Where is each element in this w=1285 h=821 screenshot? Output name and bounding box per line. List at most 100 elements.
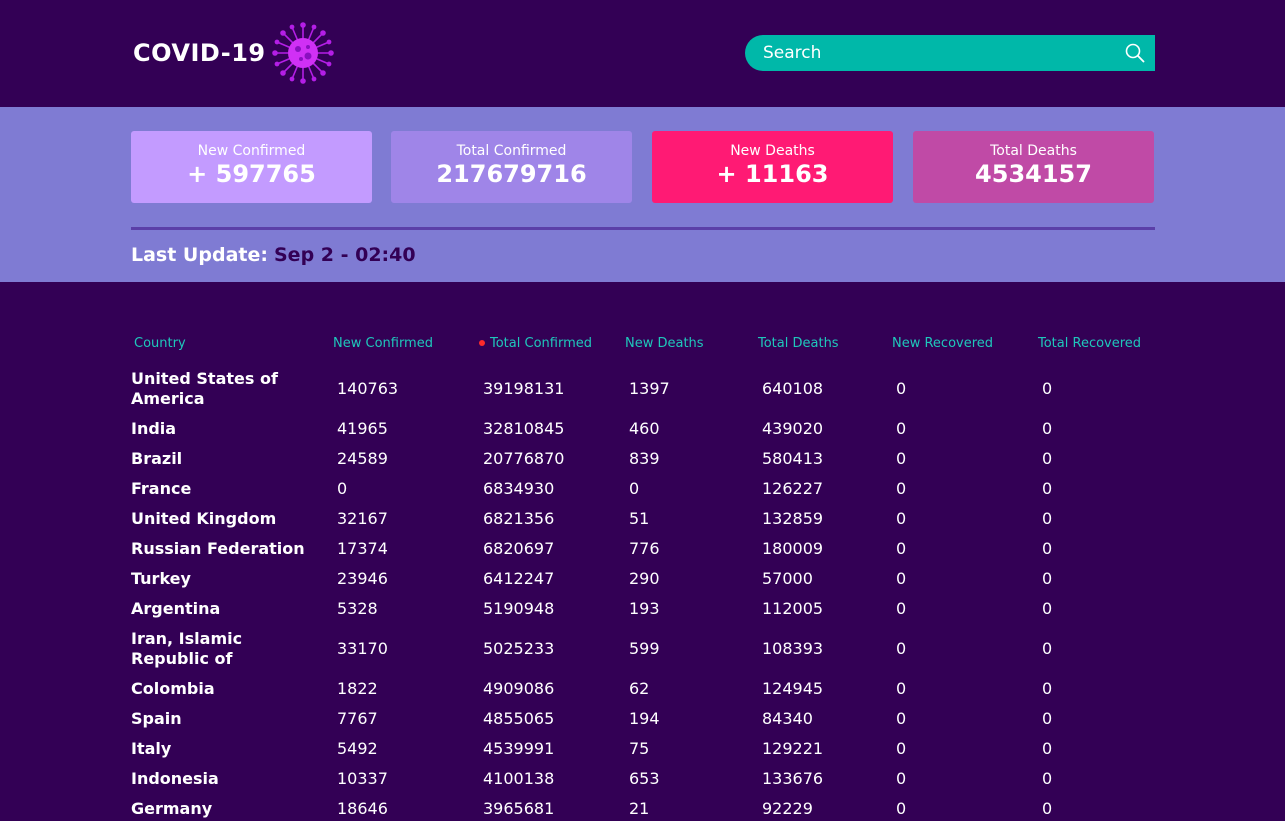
country-name-cell: Germany (131, 799, 213, 818)
search-icon (1125, 43, 1145, 63)
table-cell: 4855065 (483, 709, 555, 728)
table-cell: 0 (896, 709, 907, 728)
table-cell: 32167 (337, 509, 388, 528)
divider (131, 227, 1155, 230)
card-value: 217679716 (436, 160, 587, 188)
table-cell: 24589 (337, 449, 388, 468)
table-cell: 0 (896, 449, 907, 468)
table-cell: 0 (896, 569, 907, 588)
table-cell: 194 (629, 709, 660, 728)
table-cell: 599 (629, 639, 660, 658)
table-cell: 10337 (337, 769, 388, 788)
column-header-new-deaths[interactable]: New Deaths (621, 328, 754, 358)
virus-icon (271, 22, 334, 84)
table-row[interactable]: Colombia 1822 4909086 62 124945 0 0 (127, 674, 1157, 704)
last-update: Last Update: Sep 2 - 02:40 (131, 243, 416, 267)
table-cell: 140763 (337, 379, 399, 398)
table-row[interactable]: Turkey 23946 6412247 290 57000 0 0 (127, 564, 1157, 594)
table-row[interactable]: Iran, Islamic Republic of 33170 5025233 599… (127, 624, 1157, 674)
table-cell: 460 (629, 419, 660, 438)
table-cell: 133676 (762, 769, 824, 788)
column-header-total-deaths[interactable]: Total Deaths (754, 328, 888, 358)
table-cell: 1397 (629, 379, 670, 398)
search-input[interactable] (745, 35, 1115, 71)
table-cell: 180009 (762, 539, 824, 558)
column-header-country[interactable]: Country (127, 328, 329, 358)
table-cell: 57000 (762, 569, 813, 588)
table-cell: 0 (896, 769, 907, 788)
table-row[interactable]: Russian Federation 17374 6820697 776 180009 0… (127, 534, 1157, 564)
table-cell: 6820697 (483, 539, 555, 558)
table-cell: 640108 (762, 379, 824, 398)
table-cell: 124945 (762, 679, 824, 698)
card-label: Total Deaths (990, 143, 1077, 159)
last-update-value: Sep 2 - 02:40 (274, 244, 416, 266)
table-cell: 39198131 (483, 379, 565, 398)
table-cell: 0 (896, 639, 907, 658)
logo[interactable]: COVID-19 (133, 22, 334, 84)
table-cell: 776 (629, 539, 660, 558)
table-cell: 92229 (762, 799, 813, 818)
table-row[interactable]: United Kingdom 32167 6821356 51 132859 0 0 (127, 504, 1157, 534)
table-cell: 3965681 (483, 799, 555, 818)
table-cell: 4100138 (483, 769, 555, 788)
country-name-cell: Russian Federation (131, 539, 305, 558)
table-row[interactable]: France 0 6834930 0 126227 0 0 (127, 474, 1157, 504)
table-cell: 62 (629, 679, 650, 698)
table-cell: 132859 (762, 509, 824, 528)
table-row[interactable]: Germany 18646 3965681 21 92229 0 0 (127, 794, 1157, 821)
table-cell: 112005 (762, 599, 824, 618)
column-header-label: New Deaths (625, 335, 704, 351)
table-cell: 0 (896, 539, 907, 558)
table-cell: 439020 (762, 419, 824, 438)
column-header-label: Total Deaths (758, 335, 839, 351)
table-row[interactable]: Indonesia 10337 4100138 653 133676 0 0 (127, 764, 1157, 794)
table-row[interactable]: Argentina 5328 5190948 193 112005 0 0 (127, 594, 1157, 624)
country-name-cell: France (131, 479, 192, 498)
table-cell: 0 (896, 419, 907, 438)
table-row[interactable]: Brazil 24589 20776870 839 580413 0 0 (127, 444, 1157, 474)
country-name-cell: India (131, 419, 177, 438)
table-cell: 32810845 (483, 419, 565, 438)
table-cell: 0 (1042, 739, 1053, 758)
table-cell: 1822 (337, 679, 378, 698)
table-cell: 0 (896, 509, 907, 528)
last-update-label: Last Update: (131, 244, 268, 266)
table-row[interactable]: India 41965 32810845 460 439020 0 0 (127, 414, 1157, 444)
column-header-label: Total Recovered (1038, 335, 1142, 351)
total-deaths-card: Total Deaths 4534157 (913, 131, 1154, 203)
table-cell: 5025233 (483, 639, 555, 658)
table-cell: 33170 (337, 639, 388, 658)
table-cell: 0 (1042, 769, 1053, 788)
country-name-cell: Indonesia (131, 769, 219, 788)
country-name-cell: Argentina (131, 599, 221, 618)
table-cell: 0 (896, 599, 907, 618)
column-header-total-recovered[interactable]: Total Recovered (1034, 328, 1157, 358)
table-cell: 0 (896, 679, 907, 698)
column-header-new-confirmed[interactable]: New Confirmed (329, 328, 475, 358)
table-cell: 0 (1042, 509, 1053, 528)
table-row[interactable]: Italy 5492 4539991 75 129221 0 0 (127, 734, 1157, 764)
table-cell: 7767 (337, 709, 378, 728)
country-name-cell: United Kingdom (131, 509, 277, 528)
table-cell: 18646 (337, 799, 388, 818)
table-cell: 0 (1042, 599, 1053, 618)
table-cell: 0 (1042, 479, 1053, 498)
country-name-cell: Italy (131, 739, 172, 758)
stats-band: New Confirmed + 597765 Total Confirmed 2… (0, 107, 1285, 282)
table-cell: 23946 (337, 569, 388, 588)
table-header-row: Country New Confirmed Total Confirmed Ne… (127, 328, 1157, 358)
table-cell: 0 (1042, 539, 1053, 558)
table-cell: 6834930 (483, 479, 555, 498)
table-cell: 580413 (762, 449, 824, 468)
column-header-label: Total Confirmed (490, 335, 592, 351)
table-row[interactable]: United States of America 140763 39198131 13… (127, 364, 1157, 414)
search-button[interactable] (1115, 35, 1155, 71)
table-row[interactable]: Spain 7767 4855065 194 84340 0 0 (127, 704, 1157, 734)
card-value: 4534157 (975, 160, 1092, 188)
country-name-cell: Brazil (131, 449, 183, 468)
country-name-cell: Spain (131, 709, 182, 728)
column-header-new-recovered[interactable]: New Recovered (888, 328, 1034, 358)
column-header-total-confirmed[interactable]: Total Confirmed (475, 328, 621, 358)
table-cell: 6821356 (483, 509, 555, 528)
